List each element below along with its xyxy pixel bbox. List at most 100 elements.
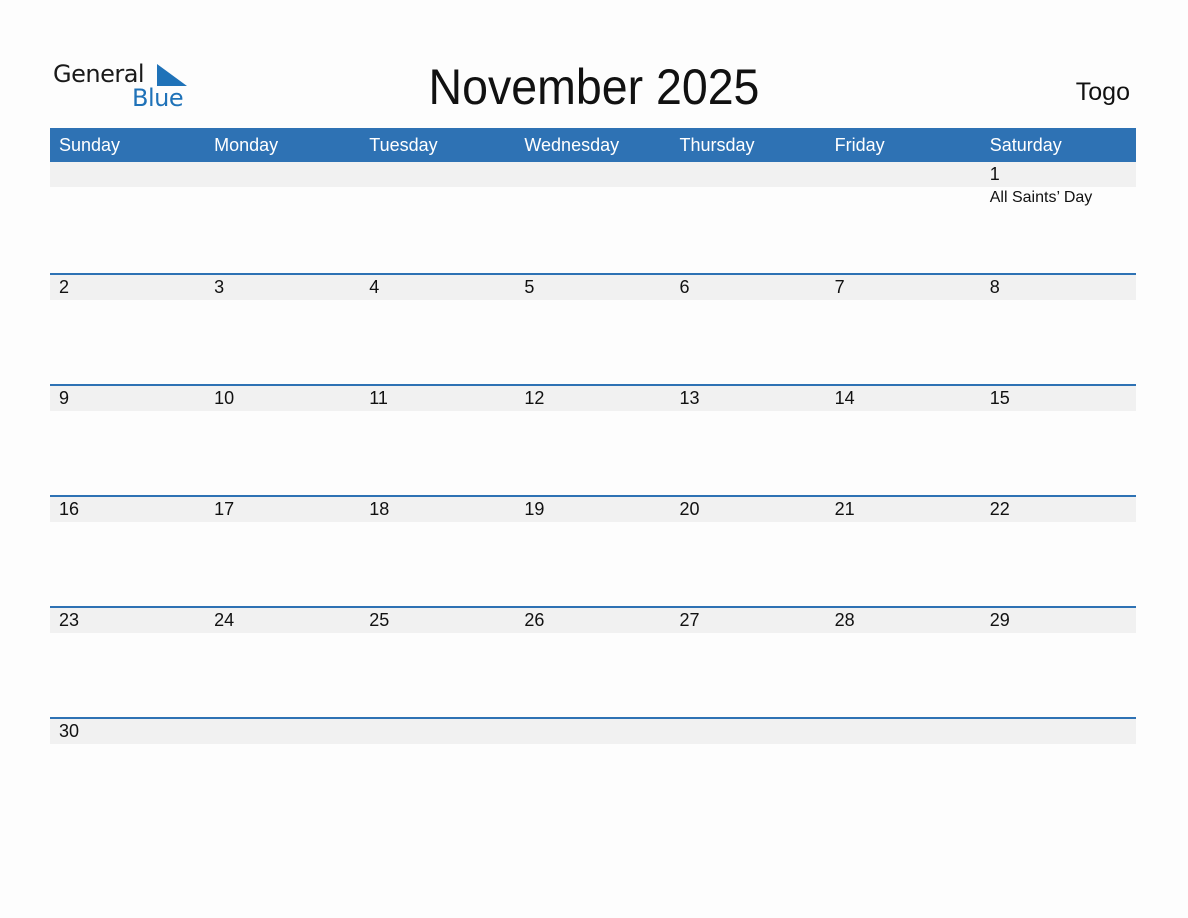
day-number: 24 <box>214 610 235 630</box>
day-number: 13 <box>679 388 700 408</box>
week-cells: 30 <box>50 719 1136 828</box>
week-row: 9 10 11 12 13 14 15 <box>50 384 1136 495</box>
day-cell: 21 <box>826 497 981 606</box>
day-number: 23 <box>59 610 80 630</box>
day-cell: 24 <box>205 608 360 717</box>
day-number: 26 <box>524 610 545 630</box>
day-number <box>59 162 205 187</box>
day-cell <box>671 719 826 828</box>
day-cell <box>671 162 826 273</box>
day-number <box>835 719 981 744</box>
day-cell: 9 <box>50 386 205 495</box>
day-number: 18 <box>369 499 390 519</box>
weekday-thursday: Thursday <box>679 135 755 155</box>
day-cell: 29 <box>981 608 1136 717</box>
weekday-wednesday: Wednesday <box>524 135 620 155</box>
day-number: 7 <box>834 277 845 297</box>
day-cell: 2 <box>50 275 205 384</box>
day-cell: 16 <box>50 497 205 606</box>
day-number: 2 <box>59 277 70 297</box>
day-number <box>680 719 826 744</box>
day-cell <box>826 162 981 273</box>
day-cell: 7 <box>826 275 981 384</box>
weekday-header: Sunday Monday Tuesday Wednesday Thursday… <box>50 128 1136 162</box>
day-number: 29 <box>989 610 1010 630</box>
day-number <box>369 162 515 187</box>
day-cell: 25 <box>360 608 515 717</box>
day-number: 15 <box>989 388 1010 408</box>
day-number: 8 <box>989 277 1000 297</box>
day-cell: 20 <box>671 497 826 606</box>
day-number: 1 <box>989 164 1000 184</box>
day-cell: 22 <box>981 497 1136 606</box>
day-number: 3 <box>214 277 225 297</box>
day-number: 9 <box>59 388 70 408</box>
day-cell <box>515 162 670 273</box>
calendar-grid: Sunday Monday Tuesday Wednesday Thursday… <box>50 128 1136 828</box>
weekday-sunday: Sunday <box>59 135 121 155</box>
day-cell: 3 <box>205 275 360 384</box>
week-row: 16 17 18 19 20 21 22 <box>50 495 1136 606</box>
day-cell: 19 <box>515 497 670 606</box>
day-cell <box>50 162 205 273</box>
day-cell <box>205 162 360 273</box>
day-number <box>524 719 670 744</box>
weeks-container: 1 All Saints’ Day 2 3 4 5 6 7 8 9 10 11 12 13 14 15 16 17… <box>50 162 1136 828</box>
day-cell <box>826 719 981 828</box>
day-number <box>369 719 515 744</box>
day-number: 11 <box>369 388 388 408</box>
day-cell: 28 <box>826 608 981 717</box>
day-number <box>990 719 1136 744</box>
day-cell: 18 <box>360 497 515 606</box>
day-cell: 8 <box>981 275 1136 384</box>
day-number: 12 <box>524 388 545 408</box>
day-cell: 5 <box>515 275 670 384</box>
day-number: 5 <box>524 277 535 297</box>
day-cell: 23 <box>50 608 205 717</box>
day-number <box>524 162 670 187</box>
day-cell: 30 <box>50 719 205 828</box>
holiday-label: All Saints’ Day <box>989 189 1093 206</box>
week-cells: 9 10 11 12 13 14 15 <box>50 386 1136 495</box>
day-number: 16 <box>59 499 80 519</box>
day-number <box>680 162 826 187</box>
day-number: 10 <box>214 388 235 408</box>
day-number: 14 <box>834 388 855 408</box>
weekday-tuesday: Tuesday <box>369 135 438 155</box>
weekday-saturday: Saturday <box>989 135 1062 155</box>
day-cell: 10 <box>205 386 360 495</box>
day-cell <box>360 162 515 273</box>
day-number <box>835 162 981 187</box>
day-number <box>214 162 360 187</box>
day-cell: 11 <box>360 386 515 495</box>
day-number: 28 <box>834 610 855 630</box>
day-cell: 12 <box>515 386 670 495</box>
day-number: 6 <box>679 277 690 297</box>
week-cells: 23 24 25 26 27 28 29 <box>50 608 1136 717</box>
week-row: 23 24 25 26 27 28 29 <box>50 606 1136 717</box>
day-cell <box>981 719 1136 828</box>
day-cell: 1 All Saints’ Day <box>981 162 1136 273</box>
day-cell <box>360 719 515 828</box>
weekday-monday: Monday <box>214 135 279 155</box>
day-number <box>214 719 360 744</box>
day-number: 30 <box>59 721 80 741</box>
week-cells: 2 3 4 5 6 7 8 <box>50 275 1136 384</box>
day-cell: 4 <box>360 275 515 384</box>
week-row: 30 <box>50 717 1136 828</box>
day-cell: 14 <box>826 386 981 495</box>
day-cell: 6 <box>671 275 826 384</box>
weekday-friday: Friday <box>834 135 885 155</box>
week-cells: 16 17 18 19 20 21 22 <box>50 497 1136 606</box>
day-cell <box>515 719 670 828</box>
day-number: 27 <box>679 610 700 630</box>
day-cell: 17 <box>205 497 360 606</box>
day-number: 4 <box>369 277 380 297</box>
week-row: 1 All Saints’ Day <box>50 162 1136 273</box>
day-number: 21 <box>834 499 855 519</box>
day-cell: 26 <box>515 608 670 717</box>
day-cell: 13 <box>671 386 826 495</box>
day-cell: 15 <box>981 386 1136 495</box>
day-cell <box>205 719 360 828</box>
week-row: 2 3 4 5 6 7 8 <box>50 273 1136 384</box>
